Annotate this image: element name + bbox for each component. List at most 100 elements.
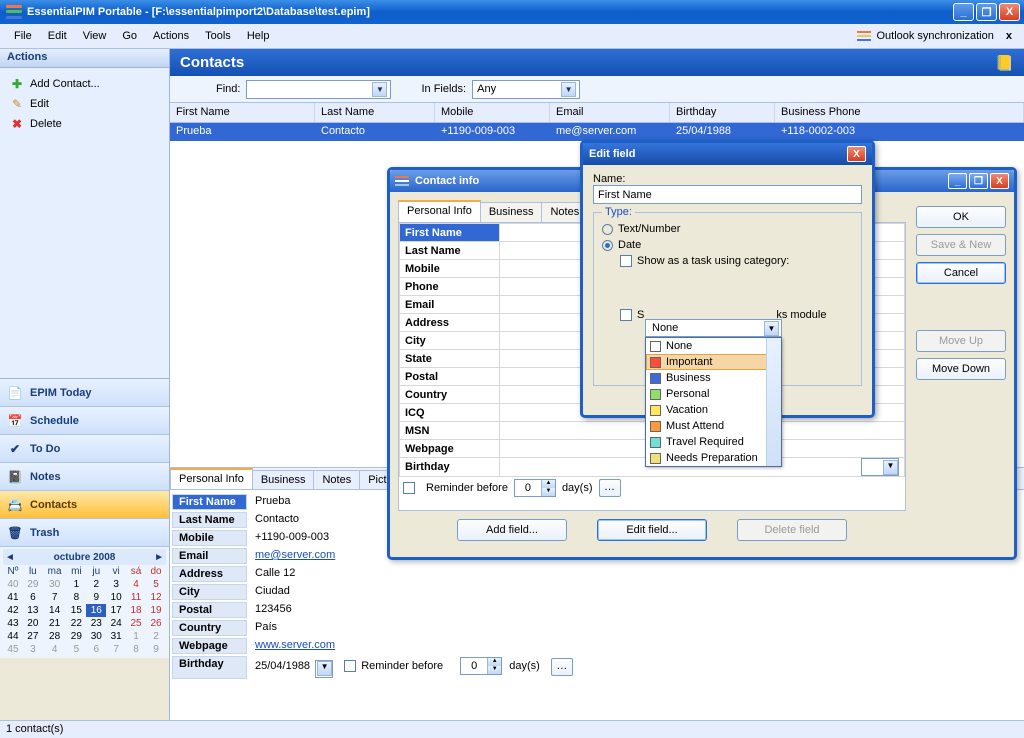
add-field-button[interactable]: Add field... <box>457 519 567 541</box>
dropdown-item[interactable]: Must Attend <box>646 418 781 434</box>
tab-notes[interactable]: Notes <box>313 470 360 489</box>
outlook-sync[interactable]: Outlook synchronization <box>851 28 999 44</box>
grid-header[interactable]: First Name Last Name Mobile Email Birthd… <box>170 103 1024 123</box>
mini-calendar[interactable]: ◄ octubre 2008 ► Nºlumamijuvisádo4029301… <box>0 547 169 658</box>
save-new-button: Save & New <box>916 234 1006 256</box>
ef-close[interactable]: X <box>847 146 866 162</box>
ef-name-input[interactable] <box>593 185 862 204</box>
close-child-button[interactable]: x <box>1000 30 1018 42</box>
ci-maximize[interactable]: ❐ <box>969 173 988 189</box>
dropdown-item[interactable]: Vacation <box>646 402 781 418</box>
cell-bday: 25/04/1988 <box>670 123 775 141</box>
action-edit[interactable]: ✎ Edit <box>8 94 161 114</box>
cell-last: Contacto <box>315 123 435 141</box>
reminder-days-spin[interactable]: ▲▼ <box>460 657 502 675</box>
dropdown-item[interactable]: Personal <box>646 386 781 402</box>
edit-field-button[interactable]: Edit field... <box>597 519 707 541</box>
find-combo[interactable]: ▼ <box>246 80 391 99</box>
col-businessphone[interactable]: Business Phone <box>775 103 1024 122</box>
ci-days-input[interactable] <box>515 480 541 496</box>
menu-file[interactable]: File <box>6 27 40 45</box>
dropdown-item[interactable]: None <box>646 338 781 354</box>
menu-actions[interactable]: Actions <box>145 27 197 45</box>
ci-close[interactable]: X <box>990 173 1009 189</box>
category-combo[interactable]: None ▼ <box>645 319 782 337</box>
col-email[interactable]: Email <box>550 103 670 122</box>
action-delete[interactable]: ✖ Delete <box>8 114 161 134</box>
more-button[interactable]: … <box>551 658 573 676</box>
reminder-checkbox[interactable] <box>344 660 356 672</box>
lbl-mobile: Mobile <box>172 530 247 546</box>
col-firstname[interactable]: First Name <box>170 103 315 122</box>
today-icon: 📄 <box>8 386 22 400</box>
col-mobile[interactable]: Mobile <box>435 103 550 122</box>
titlebar: EssentialPIM Portable - [F:\essentialpim… <box>0 0 1024 24</box>
ef-todo-pre: S <box>637 309 644 321</box>
move-up-button: Move Up <box>916 330 1006 352</box>
cell-bphone: +118-0002-003 <box>775 123 1024 141</box>
tab-business[interactable]: Business <box>252 470 315 489</box>
val-webpage[interactable]: www.server.com <box>249 638 1022 654</box>
lbl-country: Country <box>172 620 247 636</box>
menu-view[interactable]: View <box>75 27 115 45</box>
ef-radio-date[interactable]: Date <box>602 239 853 251</box>
ci-days-spin[interactable]: ▲▼ <box>514 479 556 497</box>
val-address: Calle 12 <box>249 566 1022 582</box>
close-button[interactable]: X <box>999 3 1020 21</box>
cancel-button[interactable]: Cancel <box>916 262 1006 284</box>
cal-next[interactable]: ► <box>154 552 164 563</box>
maximize-button[interactable]: ❐ <box>976 3 997 21</box>
lbl-city: City <box>172 584 247 600</box>
birthday-dropdown[interactable]: ▼ <box>315 660 333 678</box>
ok-button[interactable]: OK <box>916 206 1006 228</box>
move-down-button[interactable]: Move Down <box>916 358 1006 380</box>
menu-go[interactable]: Go <box>114 27 145 45</box>
lbl-address: Address <box>172 566 247 582</box>
action-add-contact[interactable]: ✚ Add Contact... <box>8 74 161 94</box>
nav-today-label: EPIM Today <box>30 387 92 399</box>
ef-title: Edit field <box>589 148 635 160</box>
reminder-label: Reminder before <box>361 660 443 672</box>
reminder-days-input[interactable] <box>461 658 487 674</box>
dropdown-item[interactable]: Business <box>646 370 781 386</box>
nav-todo[interactable]: ✔To Do <box>0 435 169 463</box>
val-city: Ciudad <box>249 584 1022 600</box>
menu-tools[interactable]: Tools <box>197 27 239 45</box>
nav-trash-label: Trash <box>30 527 59 539</box>
tab-personal[interactable]: Personal Info <box>170 468 253 489</box>
ef-task-check[interactable] <box>620 255 632 267</box>
dropdown-scrollbar[interactable] <box>766 338 781 466</box>
ci-reminder-check[interactable] <box>403 482 415 494</box>
nav-trash[interactable]: 🗑Trash <box>0 519 169 547</box>
ef-todo-check[interactable] <box>620 309 632 321</box>
calendar-table[interactable]: Nºlumamijuvisádo402930123454167891011124… <box>3 565 166 656</box>
cal-prev[interactable]: ◄ <box>5 552 15 563</box>
minimize-button[interactable]: _ <box>953 3 974 21</box>
dropdown-item[interactable]: Needs Preparation <box>646 450 781 466</box>
table-row[interactable]: Prueba Contacto +1190-009-003 me@server.… <box>170 123 1024 141</box>
nav-notes[interactable]: 📓Notes <box>0 463 169 491</box>
dropdown-item[interactable]: Important <box>646 354 781 370</box>
category-dropdown[interactable]: NoneImportantBusinessPersonalVacationMus… <box>645 337 782 467</box>
lbl-first: First Name <box>172 494 247 510</box>
ci-more-button[interactable]: … <box>599 479 621 497</box>
ci-minimize[interactable]: _ <box>948 173 967 189</box>
nav-contacts[interactable]: 📇Contacts <box>0 491 169 519</box>
ci-title: Contact info <box>415 175 479 187</box>
ef-radio-text[interactable]: Text/Number <box>602 223 853 235</box>
val-postal: 123456 <box>249 602 1022 618</box>
window-title: EssentialPIM Portable - [F:\essentialpim… <box>27 6 953 18</box>
infields-combo[interactable]: Any▼ <box>472 80 580 99</box>
col-lastname[interactable]: Last Name <box>315 103 435 122</box>
lbl-last: Last Name <box>172 512 247 528</box>
menu-help[interactable]: Help <box>239 27 278 45</box>
menu-edit[interactable]: Edit <box>40 27 75 45</box>
nav-epim-today[interactable]: 📄 EPIM Today <box>0 379 169 407</box>
nav-schedule[interactable]: 📅Schedule <box>0 407 169 435</box>
window-icon <box>395 176 409 186</box>
col-birthday[interactable]: Birthday <box>670 103 775 122</box>
ci-tab-personal[interactable]: Personal Info <box>398 200 481 222</box>
dropdown-item[interactable]: Travel Required <box>646 434 781 450</box>
ci-tab-business[interactable]: Business <box>480 202 543 222</box>
outlook-sync-label: Outlook synchronization <box>876 30 993 42</box>
